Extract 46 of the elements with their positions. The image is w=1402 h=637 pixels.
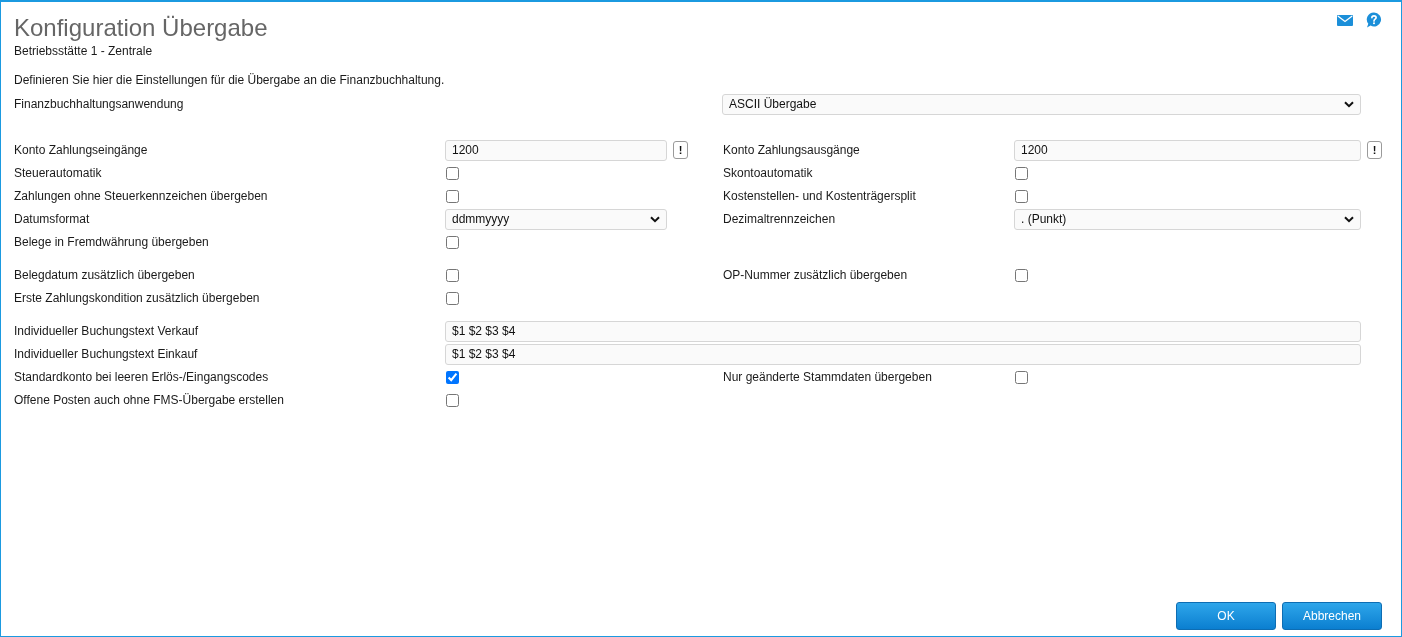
field-label: Zahlungen ohne Steuerkennzeichen übergeben — [14, 189, 268, 203]
field-label: OP-Nummer zusätzlich übergeben — [723, 268, 908, 282]
info-button[interactable]: ! — [673, 141, 688, 159]
field-label: Erste Zahlungskondition zusätzlich übergeben — [14, 291, 260, 305]
checkbox[interactable] — [446, 268, 459, 282]
checkbox[interactable] — [446, 189, 459, 203]
field-label: Standardkonto bei leeren Erlös-/Eingangscodes — [14, 370, 269, 384]
checkbox[interactable] — [1015, 189, 1028, 203]
field-label: Belegdatum zusätzlich übergeben — [14, 268, 195, 282]
chevron-down-icon — [1344, 100, 1354, 108]
field-label: Kostenstellen- und Kostenträgersplit — [723, 189, 916, 203]
dropdown[interactable]: . (Punkt) — [1014, 208, 1361, 230]
chevron-down-icon — [1344, 215, 1354, 223]
field-label: Datumsformat — [14, 212, 90, 226]
text-field[interactable]: 1200 — [1014, 139, 1361, 161]
dropdown[interactable]: ddmmyyyy — [445, 208, 667, 230]
field-label: Nur geänderte Stammdaten übergeben — [723, 370, 932, 384]
field-label: Offene Posten auch ohne FMS-Übergabe erstellen — [14, 393, 284, 407]
description-text: Definieren Sie hier die Einstellungen für die Übergabe an die Finanzbuchhaltung. — [14, 73, 446, 87]
checkbox[interactable] — [446, 291, 459, 305]
text-field[interactable]: $1 $2 $3 $4 — [445, 320, 1361, 342]
checkbox[interactable] — [446, 393, 459, 407]
field-label: Belege in Fremdwährung übergeben — [14, 235, 209, 249]
field-label: Individueller Buchungstext Verkauf — [14, 324, 199, 338]
field-label: Konto Zahlungsausgänge — [723, 143, 860, 157]
mail-icon[interactable] — [1337, 14, 1353, 26]
field-label: Finanzbuchhaltungsanwendung — [14, 97, 184, 111]
info-button[interactable]: ! — [1367, 141, 1382, 159]
field-label: Konto Zahlungseingänge — [14, 143, 148, 157]
chevron-down-icon — [650, 215, 660, 223]
help-icon[interactable] — [1366, 12, 1382, 28]
checkbox[interactable] — [446, 235, 459, 249]
checkbox[interactable] — [446, 370, 459, 384]
checkbox[interactable] — [1015, 268, 1028, 282]
checkbox[interactable] — [446, 166, 459, 180]
text-field[interactable]: $1 $2 $3 $4 — [445, 343, 1361, 365]
window-subtitle: Betriebsstätte 1 - Zentrale — [14, 44, 154, 58]
text-field[interactable]: 1200 — [445, 139, 667, 161]
checkbox[interactable] — [1015, 370, 1028, 384]
field-label: Skontoautomatik — [723, 166, 813, 180]
checkbox[interactable] — [1015, 166, 1028, 180]
field-label: Steuerautomatik — [14, 166, 102, 180]
dropdown[interactable]: ASCII Übergabe — [722, 93, 1361, 115]
field-label: Dezimaltrennzeichen — [723, 212, 836, 226]
field-label: Individueller Buchungstext Einkauf — [14, 347, 198, 361]
window-title: Konfiguration Übergabe — [14, 14, 268, 42]
